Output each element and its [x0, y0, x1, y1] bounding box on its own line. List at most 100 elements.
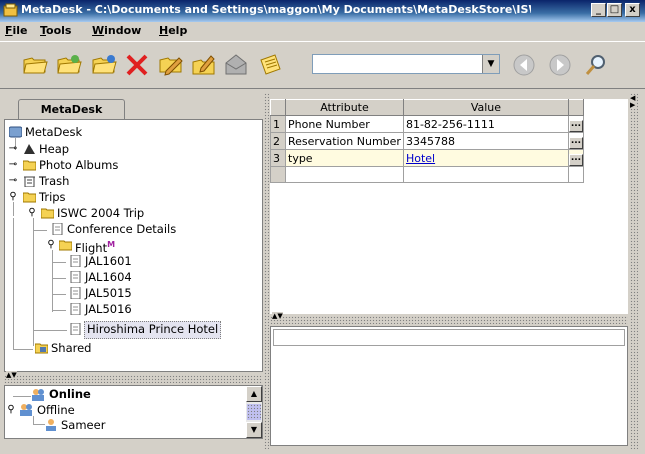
attribute-header[interactable]: Attribute: [285, 99, 404, 116]
attribute-grid: Attribute Value 1 Phone Number 81-82-256…: [270, 99, 628, 314]
menu-window-label: indow: [104, 24, 142, 37]
expander-flight[interactable]: ⚲: [45, 239, 57, 251]
menu-tools[interactable]: Tools: [40, 24, 71, 37]
presence-offline[interactable]: Offline: [37, 403, 75, 417]
edit-folder-icon[interactable]: [191, 52, 217, 78]
collapse-arrows-icon[interactable]: ◀ ▶: [630, 95, 636, 109]
tree-connector: [52, 278, 66, 279]
table-header-row: Attribute Value: [270, 99, 584, 116]
value-cell[interactable]: [402, 166, 569, 183]
search-combo[interactable]: ▼: [312, 54, 500, 74]
search-icon[interactable]: [583, 52, 609, 78]
value-header[interactable]: Value: [402, 99, 569, 116]
more-button[interactable]: ...: [568, 137, 583, 149]
tree-connector: [13, 218, 14, 350]
edit-icon[interactable]: [158, 52, 184, 78]
document-icon: [70, 287, 81, 299]
right-splitter[interactable]: ◀ ▶: [630, 93, 638, 449]
heap-icon: [24, 144, 35, 154]
document-icon: [70, 271, 81, 283]
row-number: 2: [270, 132, 286, 150]
tree-node-trips[interactable]: Trips: [39, 189, 66, 205]
splitter-arrows-icon[interactable]: ▲▼: [6, 371, 17, 379]
back-icon[interactable]: [511, 52, 537, 78]
tree-connector: [33, 416, 34, 424]
detail-field[interactable]: [273, 329, 625, 346]
minimize-button[interactable]: _: [591, 3, 606, 17]
delete-icon[interactable]: [124, 52, 150, 78]
attribute-cell[interactable]: type: [285, 149, 404, 167]
presence-user-sameer[interactable]: Sameer: [61, 418, 105, 432]
attribute-cell[interactable]: Reservation Number: [285, 132, 404, 150]
title-bar[interactable]: MetaDesk - C:\Documents and Settings\mag…: [0, 0, 645, 22]
tree-node-photo-albums[interactable]: Photo Albums: [39, 157, 118, 173]
scroll-down-icon[interactable]: ▼: [246, 422, 262, 438]
presence-online[interactable]: Online: [49, 387, 91, 401]
value-link[interactable]: Hotel: [406, 152, 435, 165]
tree-node-jal5015[interactable]: JAL5015: [85, 285, 132, 301]
toolbar: ▼: [0, 41, 645, 89]
tree-node-conference-details[interactable]: Conference Details: [67, 221, 176, 237]
tree-node-metadesk[interactable]: MetaDesk: [25, 124, 82, 140]
maximize-button[interactable]: □: [607, 3, 622, 17]
new-folder-icon[interactable]: [91, 52, 117, 78]
table-row[interactable]: 2 Reservation Number 3345788 ...: [270, 132, 584, 150]
tree-node-iswc-trip[interactable]: ISWC 2004 Trip: [57, 205, 144, 221]
scroll-up-icon[interactable]: ▲: [246, 386, 262, 402]
expander-trash[interactable]: ⊸: [7, 175, 19, 187]
close-button[interactable]: x: [625, 3, 640, 17]
menu-help[interactable]: Help: [159, 24, 187, 37]
table-row[interactable]: 3 type Hotel ...: [270, 149, 584, 167]
chevron-down-icon[interactable]: ▼: [482, 55, 499, 73]
more-button[interactable]: ...: [568, 154, 583, 166]
menu-window[interactable]: Window: [92, 24, 141, 37]
value-cell[interactable]: 81-82-256-1111: [402, 115, 569, 133]
attribute-cell[interactable]: Phone Number: [285, 115, 404, 133]
user-icon: [46, 419, 56, 431]
table-row-empty[interactable]: [270, 166, 584, 183]
main-splitter[interactable]: [264, 93, 269, 449]
flight-badge: M: [107, 240, 116, 249]
detail-splitter[interactable]: ▲▼: [270, 312, 628, 324]
tree-node-hiroshima-prince-hotel[interactable]: Hiroshima Prince Hotel: [84, 321, 222, 339]
open-folder-icon[interactable]: [22, 52, 48, 78]
menu-file[interactable]: File: [5, 24, 28, 37]
menu-tools-label: ools: [46, 24, 72, 37]
tree-node-jal1601[interactable]: JAL1601: [85, 253, 132, 269]
tree-connector: [13, 396, 31, 397]
value-cell[interactable]: Hotel: [402, 149, 569, 167]
table-row[interactable]: 1 Phone Number 81-82-256-1111 ...: [270, 115, 584, 133]
tree-node-heap[interactable]: Heap: [39, 141, 69, 157]
expander-photo-albums[interactable]: ⊸: [7, 159, 19, 171]
presence-scrollbar[interactable]: ▲ ▼: [246, 386, 262, 438]
tab-metadesk[interactable]: MetaDesk: [18, 99, 125, 120]
tree-node-trash[interactable]: Trash: [39, 173, 69, 189]
app-icon: [3, 3, 18, 17]
mail-icon[interactable]: [223, 52, 249, 78]
presence-panel: Online ⚲ Offline Sameer ▲ ▼: [4, 385, 263, 439]
tree-node-flight[interactable]: FlightM: [75, 237, 116, 255]
expander-offline[interactable]: ⚲: [5, 404, 17, 416]
users-icon: [32, 389, 44, 401]
more-button[interactable]: ...: [568, 120, 583, 132]
tree-connector: [33, 230, 47, 231]
metadesk-root-icon: [9, 126, 22, 138]
splitter-arrows-icon[interactable]: ▲▼: [272, 312, 283, 320]
expander-heap[interactable]: ⊸: [7, 143, 19, 155]
row-number: [270, 166, 286, 183]
row-action-cell: [567, 166, 584, 183]
expander-iswc-trip[interactable]: ⚲: [26, 207, 38, 219]
presence-splitter[interactable]: ▲▼: [4, 371, 263, 383]
tree-node-jal5016[interactable]: JAL5016: [85, 301, 132, 317]
value-cell[interactable]: 3345788: [402, 132, 569, 150]
forward-icon[interactable]: [547, 52, 573, 78]
tree-node-shared[interactable]: Shared: [51, 340, 92, 356]
attribute-cell[interactable]: [285, 166, 404, 183]
open-folder-alt-icon[interactable]: [56, 52, 82, 78]
tree-node-jal1604[interactable]: JAL1604: [85, 269, 132, 285]
note-icon[interactable]: [257, 52, 283, 78]
scroll-thumb[interactable]: [247, 404, 261, 420]
folder-open-icon: [23, 192, 36, 203]
attribute-table: Attribute Value 1 Phone Number 81-82-256…: [270, 99, 584, 183]
action-header: [567, 99, 584, 116]
